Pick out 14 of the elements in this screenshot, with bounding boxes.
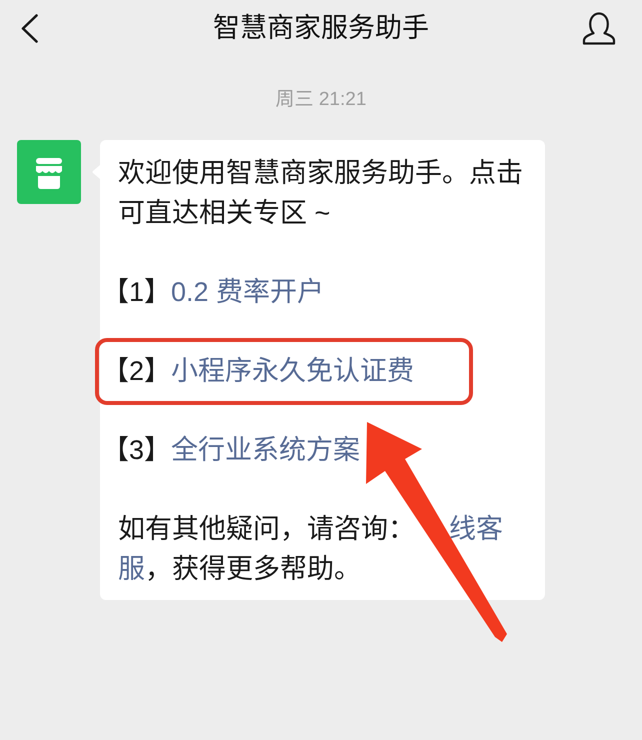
option-link[interactable]: 全行业系统方案: [171, 435, 360, 466]
timestamp: 周三 21:21: [276, 89, 366, 111]
option-link[interactable]: 小程序永久免认证费: [171, 356, 414, 386]
option-link[interactable]: 0.2 费率开户: [171, 276, 324, 307]
service-link[interactable]: 线客: [448, 514, 503, 544]
back-icon[interactable]: [21, 14, 38, 42]
help-text: 如有其他疑问，请咨询： 线客 服，获得更多帮助。: [118, 513, 504, 586]
option-number: 【3】: [102, 435, 172, 466]
option-number: 【2】: [102, 356, 172, 386]
option-number: 【1】: [102, 276, 172, 307]
chat-title: 智慧商家服务助手: [213, 12, 429, 45]
welcome-text: 欢迎使用智慧商家服务助手。点击可直达相关专区 ~: [118, 157, 524, 230]
person-icon[interactable]: [582, 12, 616, 44]
service-link[interactable]: 服: [118, 554, 145, 584]
